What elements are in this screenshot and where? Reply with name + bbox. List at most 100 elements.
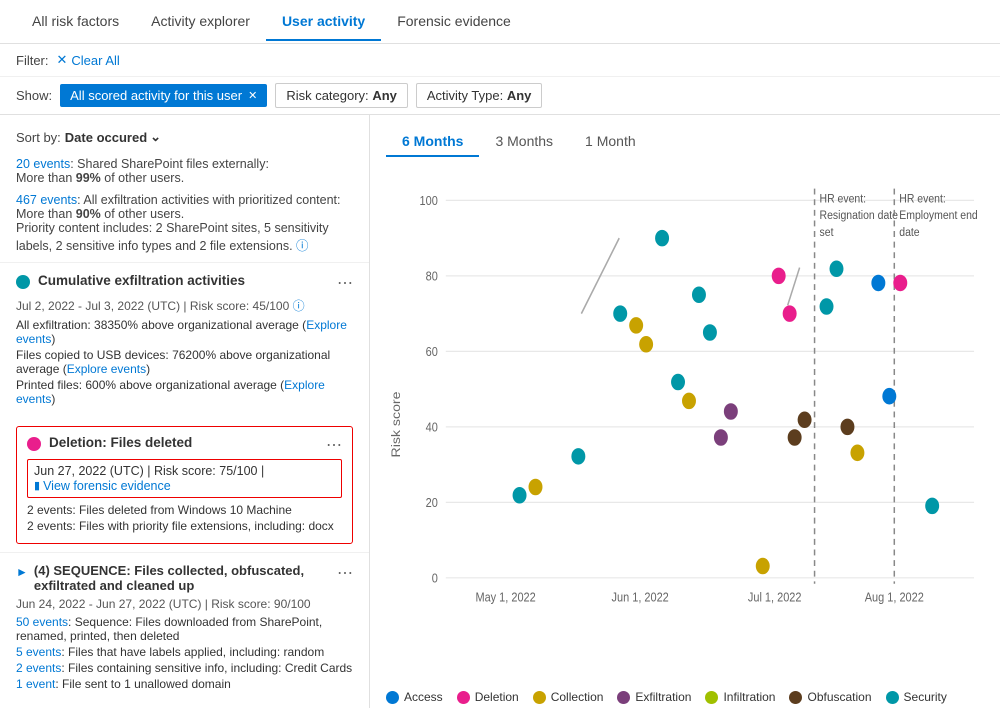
svg-text:May 1, 2022: May 1, 2022 — [475, 590, 536, 605]
tab-all-risk-factors[interactable]: All risk factors — [16, 3, 135, 41]
view-forensic-evidence-link[interactable]: View forensic evidence — [43, 479, 171, 493]
card-detail-3: Printed files: 600% above organizational… — [16, 378, 353, 406]
dot-16[interactable] — [783, 305, 797, 322]
forensic-evidence-box: Jun 27, 2022 (UTC) | Risk score: 75/100 … — [27, 459, 342, 498]
dot-8[interactable] — [671, 374, 685, 391]
dot-17[interactable] — [788, 429, 802, 446]
show-pill[interactable]: All scored activity for this user ✕ — [60, 84, 267, 107]
clear-all-button[interactable]: ✕ Clear All — [57, 52, 120, 68]
dot-22[interactable] — [850, 445, 864, 462]
dot-19[interactable] — [820, 298, 834, 315]
dot-21[interactable] — [840, 419, 854, 436]
svg-text:80: 80 — [426, 269, 438, 284]
card-menu-icon[interactable]: ⋯ — [337, 273, 353, 293]
show-pill-close-icon[interactable]: ✕ — [248, 89, 257, 102]
dot-20[interactable] — [830, 261, 844, 278]
show-label: Show: — [16, 88, 52, 103]
card-meta-cumulative: Jul 2, 2022 - Jul 3, 2022 (UTC) | Risk s… — [16, 297, 353, 314]
svg-text:20: 20 — [426, 495, 438, 510]
top-nav: All risk factors Activity explorer User … — [0, 0, 1000, 44]
meta-info-icon[interactable]: ⓘ — [293, 299, 305, 313]
legend-label-access: Access — [404, 690, 443, 704]
legend-label-collection: Collection — [551, 690, 604, 704]
seq-link-50[interactable]: 50 events — [16, 615, 68, 629]
explore-events-link-2[interactable]: Explore events — [67, 362, 146, 376]
legend-dot-infiltration — [705, 691, 718, 704]
legend: Access Deletion Collection Exfiltration … — [386, 684, 984, 708]
events-link-467[interactable]: 467 events — [16, 193, 77, 207]
legend-deletion: Deletion — [457, 690, 519, 704]
legend-exfiltration: Exfiltration — [617, 690, 691, 704]
dot-14[interactable] — [756, 558, 770, 575]
card-menu-deletion-icon[interactable]: ⋯ — [326, 435, 342, 455]
sort-row: Sort by: Date occured ⌄ — [0, 123, 369, 151]
card-sequence: ► (4) SEQUENCE: Files collected, obfusca… — [0, 552, 369, 703]
svg-text:0: 0 — [432, 571, 438, 586]
deletion-detail-2: 2 events: Files with priority file exten… — [27, 519, 342, 533]
tab-1-month[interactable]: 1 Month — [569, 127, 652, 157]
events-link-20[interactable]: 20 events — [16, 157, 70, 171]
show-value: All scored activity for this user — [70, 88, 242, 103]
activity-type-value: Any — [507, 88, 532, 103]
dot-15[interactable] — [772, 268, 786, 285]
tab-forensic-evidence[interactable]: Forensic evidence — [381, 3, 527, 41]
dot-23[interactable] — [871, 275, 885, 292]
dot-6[interactable] — [639, 336, 653, 353]
activity-type-label: Activity Type: — [427, 88, 503, 103]
dot-26[interactable] — [925, 498, 939, 515]
sequence-menu-icon[interactable]: ⋯ — [337, 563, 353, 583]
svg-text:set: set — [820, 226, 835, 239]
dot-2[interactable] — [529, 479, 543, 496]
tab-6-months[interactable]: 6 Months — [386, 127, 479, 157]
seq-link-5[interactable]: 5 events — [16, 645, 61, 659]
card-detail-1: All exfiltration: 38350% above organizat… — [16, 318, 353, 346]
seq-link-2[interactable]: 2 events — [16, 661, 61, 675]
tab-3-months[interactable]: 3 Months — [479, 127, 569, 157]
activity-type-pill[interactable]: Activity Type: Any — [416, 83, 543, 108]
dot-1[interactable] — [513, 487, 527, 504]
chevron-down-icon: ⌄ — [150, 129, 161, 145]
card-title-deletion: Deletion: Files deleted — [49, 435, 318, 450]
explore-events-link-1[interactable]: Explore events — [16, 318, 347, 346]
dot-9[interactable] — [682, 393, 696, 410]
legend-dot-access — [386, 691, 399, 704]
dot-25[interactable] — [893, 275, 907, 292]
dot-13[interactable] — [724, 403, 738, 420]
svg-text:40: 40 — [426, 420, 438, 435]
deletion-detail-1: 2 events: Files deleted from Windows 10 … — [27, 503, 342, 517]
risk-category-pill[interactable]: Risk category: Any — [275, 83, 408, 108]
info-icon[interactable]: ⓘ — [296, 239, 309, 253]
explore-events-link-3[interactable]: Explore events — [16, 378, 325, 406]
clear-all-label: Clear All — [71, 53, 119, 68]
risk-cat-label: Risk category: — [286, 88, 368, 103]
sequence-meta: Jun 24, 2022 - Jun 27, 2022 (UTC) | Risk… — [16, 597, 353, 611]
dot-10[interactable] — [692, 286, 706, 303]
tab-activity-explorer[interactable]: Activity explorer — [135, 3, 266, 41]
tab-user-activity[interactable]: User activity — [266, 3, 381, 41]
dot-5[interactable] — [629, 317, 643, 334]
seq-link-1[interactable]: 1 event — [16, 677, 55, 691]
pill-row: Show: All scored activity for this user … — [0, 77, 1000, 115]
alert-text-2: 467 events: All exfiltration activities … — [0, 187, 369, 256]
y-axis-label: Risk score — [389, 391, 403, 457]
forensic-link-icon: ▮ — [34, 479, 40, 492]
svg-text:Resignation date: Resignation date — [820, 210, 898, 223]
svg-text:HR event:: HR event: — [820, 193, 866, 206]
card-dot-pink — [27, 437, 41, 451]
legend-security: Security — [886, 690, 947, 704]
dot-18[interactable] — [798, 412, 812, 429]
chevron-right-icon[interactable]: ► — [16, 565, 28, 579]
dot-24[interactable] — [882, 388, 896, 405]
card-wrapper-deletion: Deletion: Files deleted ⋯ Jun 27, 2022 (… — [0, 418, 369, 552]
legend-label-exfiltration: Exfiltration — [635, 690, 691, 704]
dot-11[interactable] — [703, 324, 717, 341]
sort-label: Sort by: — [16, 130, 61, 145]
dot-12[interactable] — [714, 429, 728, 446]
card-deletion: Deletion: Files deleted ⋯ Jun 27, 2022 (… — [16, 426, 353, 544]
dot-3[interactable] — [571, 448, 585, 465]
sort-value[interactable]: Date occured ⌄ — [65, 129, 161, 145]
dot-4[interactable] — [613, 305, 627, 322]
risk-cat-value: Any — [372, 88, 397, 103]
dot-7[interactable] — [655, 230, 669, 247]
sort-value-text: Date occured — [65, 130, 147, 145]
